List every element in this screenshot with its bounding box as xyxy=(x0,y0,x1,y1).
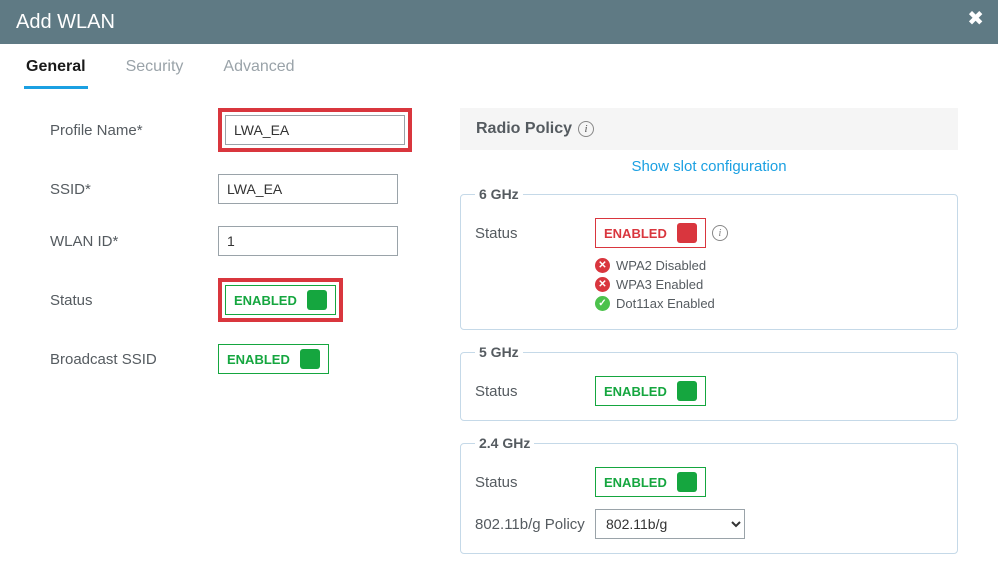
info-icon[interactable]: i xyxy=(578,121,594,137)
toggle-handle-icon xyxy=(677,472,697,492)
tab-security[interactable]: Security xyxy=(124,58,186,89)
bg-policy-select[interactable]: 802.11b/g xyxy=(595,509,745,539)
tab-general[interactable]: General xyxy=(24,58,88,89)
content-area: Profile Name* SSID* WLAN ID* Status ENAB… xyxy=(0,90,998,578)
wlan-id-input[interactable] xyxy=(218,226,398,256)
status-toggle[interactable]: ENABLED xyxy=(225,285,336,315)
radio-policy-panel: Radio Policy i Show slot configuration 6… xyxy=(460,108,988,568)
fieldset-5ghz: 5 GHz Status ENABLED xyxy=(460,344,958,421)
note-wpa2-text: WPA2 Disabled xyxy=(616,258,706,273)
status-label-24ghz: Status xyxy=(475,474,595,491)
status-toggle-5ghz[interactable]: ENABLED xyxy=(595,376,706,406)
legend-24ghz: 2.4 GHz xyxy=(475,435,534,451)
status-toggle-24ghz[interactable]: ENABLED xyxy=(595,467,706,497)
status-toggle-24ghz-text: ENABLED xyxy=(604,475,667,490)
note-wpa3: ✕ WPA3 Enabled xyxy=(595,277,943,292)
profile-name-input[interactable] xyxy=(225,115,405,145)
show-slot-configuration-link[interactable]: Show slot configuration xyxy=(631,158,786,175)
status-toggle-6ghz-text: ENABLED xyxy=(604,226,667,241)
modal-titlebar: Add WLAN ✖ xyxy=(0,0,998,44)
toggle-handle-icon xyxy=(677,223,697,243)
note-dot11ax: ✓ Dot11ax Enabled xyxy=(595,296,943,311)
error-icon: ✕ xyxy=(595,277,610,292)
status-label-6ghz: Status xyxy=(475,225,595,242)
bg-policy-label: 802.11b/g Policy xyxy=(475,516,595,533)
radio-policy-heading: Radio Policy i xyxy=(460,108,958,150)
fieldset-6ghz: 6 GHz Status ENABLED i ✕ WPA2 Disabled ✕… xyxy=(460,186,958,330)
error-icon: ✕ xyxy=(595,258,610,273)
broadcast-ssid-toggle[interactable]: ENABLED xyxy=(218,344,329,374)
legend-5ghz: 5 GHz xyxy=(475,344,523,360)
toggle-handle-icon xyxy=(677,381,697,401)
ssid-label: SSID* xyxy=(50,181,218,198)
radio-policy-heading-text: Radio Policy xyxy=(476,120,572,138)
ssid-input[interactable] xyxy=(218,174,398,204)
note-dot11ax-text: Dot11ax Enabled xyxy=(616,296,715,311)
profile-name-label: Profile Name* xyxy=(50,122,218,139)
broadcast-ssid-label: Broadcast SSID xyxy=(50,351,218,368)
note-wpa2: ✕ WPA2 Disabled xyxy=(595,258,943,273)
profile-name-highlight xyxy=(218,108,412,152)
note-wpa3-text: WPA3 Enabled xyxy=(616,277,703,292)
status-toggle-5ghz-text: ENABLED xyxy=(604,384,667,399)
modal-title: Add WLAN xyxy=(16,11,115,34)
status-label-5ghz: Status xyxy=(475,383,595,400)
wlan-id-label: WLAN ID* xyxy=(50,233,218,250)
general-form: Profile Name* SSID* WLAN ID* Status ENAB… xyxy=(10,108,450,568)
toggle-handle-icon xyxy=(307,290,327,310)
check-icon: ✓ xyxy=(595,296,610,311)
info-icon[interactable]: i xyxy=(712,225,728,241)
fieldset-24ghz: 2.4 GHz Status ENABLED 802.11b/g Policy … xyxy=(460,435,958,554)
status-toggle-text: ENABLED xyxy=(234,293,297,308)
tab-advanced[interactable]: Advanced xyxy=(221,58,296,89)
broadcast-ssid-toggle-text: ENABLED xyxy=(227,352,290,367)
status-label: Status xyxy=(50,292,218,309)
close-icon[interactable]: ✖ xyxy=(967,6,984,31)
tab-bar: General Security Advanced xyxy=(0,44,998,90)
notes-6ghz: ✕ WPA2 Disabled ✕ WPA3 Enabled ✓ Dot11ax… xyxy=(595,258,943,311)
status-highlight: ENABLED xyxy=(218,278,343,322)
toggle-handle-icon xyxy=(300,349,320,369)
status-toggle-6ghz[interactable]: ENABLED xyxy=(595,218,706,248)
legend-6ghz: 6 GHz xyxy=(475,186,523,202)
